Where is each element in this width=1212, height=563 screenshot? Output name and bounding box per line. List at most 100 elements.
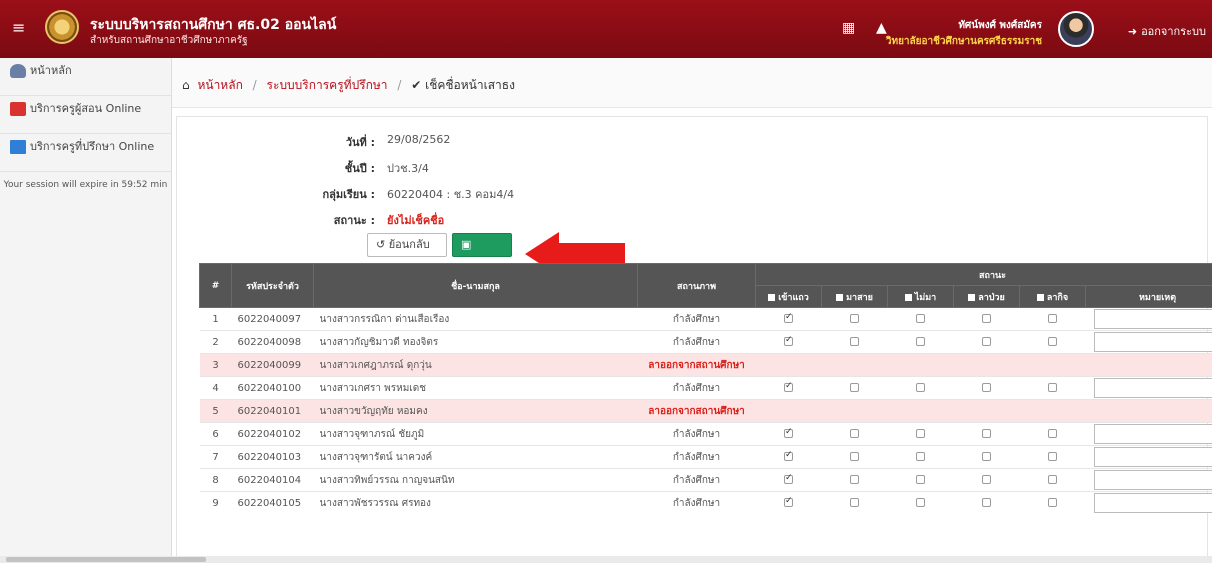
present-checkbox[interactable] [784,312,793,323]
note-input[interactable] [1093,424,1212,444]
student-name: นางสาวกรรณิกา ด่านเสือเรือง [313,307,638,331]
select-all-checkbox[interactable] [904,293,912,301]
late-checkbox[interactable] [850,452,859,461]
level-label: ชั้นปี : [344,162,375,175]
col-header-note: หมายเหตุ [1084,285,1212,308]
logout-button[interactable]: ➜ ออกจากระบบ [1128,22,1206,40]
absent-checkbox[interactable] [916,498,925,508]
sick-checkbox[interactable] [982,475,991,484]
breadcrumb-section-link[interactable]: ระบบบริการครูที่ปรึกษา [267,78,388,92]
student-id: 6022040100 [231,376,314,400]
late-checkbox[interactable] [850,314,859,323]
home-icon: ⌂ [182,78,190,92]
absent-checkbox[interactable] [916,383,925,392]
sick-checkbox[interactable] [982,429,991,438]
select-all-checkbox[interactable] [836,293,844,301]
sidebar-item-label: หน้าหลัก [30,64,72,77]
date-value: 29/08/2562 [387,133,451,146]
sidebar-item-home[interactable]: หน้าหลัก [0,58,171,96]
status-cell [755,353,822,377]
sick-checkbox[interactable] [982,498,991,508]
note-cell [1085,376,1212,400]
sick-checkbox[interactable] [982,314,991,323]
horizontal-scrollbar[interactable] [0,556,1212,563]
leave-checkbox[interactable] [1048,314,1057,323]
leave-checkbox[interactable] [1048,475,1057,484]
level-value: ปวช.3/4 [387,162,429,175]
col-header-id: รหัสประจำตัว [231,263,314,308]
note-input[interactable] [1093,447,1212,467]
present-checkbox[interactable] [784,381,793,392]
user-avatar[interactable] [1058,11,1094,47]
select-all-checkbox[interactable] [768,293,776,301]
sick-checkbox[interactable] [982,383,991,392]
col-header-state: สถานภาพ [637,263,756,308]
col-header-sick[interactable]: ลาป่วย [953,285,1020,308]
breadcrumb-home-link[interactable]: หน้าหลัก [197,78,242,92]
col-header-late[interactable]: มาสาย [821,285,888,308]
present-checkbox[interactable] [784,335,793,346]
breadcrumb-current: เช็คชื่อหน้าเสาธง [425,78,515,92]
absent-checkbox[interactable] [916,475,925,484]
note-input[interactable] [1093,332,1212,352]
status-cell [755,468,822,492]
absent-checkbox[interactable] [916,337,925,346]
status-cell [821,468,888,492]
col-header-leave[interactable]: ลากิจ [1019,285,1086,308]
absent-checkbox[interactable] [916,314,925,323]
status-cell [887,307,954,331]
leave-checkbox[interactable] [1048,429,1057,438]
note-cell [1085,468,1212,492]
late-checkbox[interactable] [850,498,859,508]
table-row: 4 6022040100 นางสาวเกศรา พรหมเดช กำลังศึกษา [199,376,1212,400]
student-name: นางสาวจุฑารัตน์ นาควงค์ [313,445,638,469]
student-state: กำลังศึกษา [637,491,756,515]
logout-label: ออกจากระบบ [1141,25,1206,38]
select-all-checkbox[interactable] [968,293,976,301]
sidebar: หน้าหลัก บริการครูผู้สอน Online บริการคร… [0,58,172,563]
student-name: นางสาวขวัญฤทัย หอมคง [313,399,638,423]
sidebar-item-advisor-online[interactable]: บริการครูที่ปรึกษา Online [0,134,171,172]
calendar-icon[interactable]: ▦ [842,20,855,36]
status-cell [887,445,954,469]
leave-checkbox[interactable] [1048,337,1057,346]
teacher-icon [10,102,26,116]
absent-checkbox[interactable] [916,452,925,461]
select-all-checkbox[interactable] [1036,293,1044,301]
leave-checkbox[interactable] [1048,383,1057,392]
col-header-absent[interactable]: ไม่มา [887,285,954,308]
back-button[interactable]: ↺ ย้อนกลับ [367,233,447,257]
late-checkbox[interactable] [850,383,859,392]
sidebar-item-teacher-online[interactable]: บริการครูผู้สอน Online [0,96,171,134]
breadcrumb-separator: / [252,78,257,92]
note-input[interactable] [1093,470,1212,490]
student-id: 6022040105 [231,491,314,515]
late-checkbox[interactable] [850,429,859,438]
leave-checkbox[interactable] [1048,452,1057,461]
note-input[interactable] [1093,378,1212,398]
col-header-present[interactable]: เข้าแถว [755,285,822,308]
save-button[interactable]: ▣ บันทึก [452,233,512,273]
row-number: 5 [199,399,232,423]
monitor-icon [10,140,26,154]
present-checkbox[interactable] [784,496,793,508]
present-checkbox[interactable] [784,450,793,461]
student-name: นางสาวจุฑาภรณ์ ชัยภูมิ [313,422,638,446]
note-cell [1085,330,1212,354]
scrollbar-thumb[interactable] [6,557,206,562]
late-checkbox[interactable] [850,337,859,346]
note-input[interactable] [1093,309,1212,329]
table-row: 1 6022040097 นางสาวกรรณิกา ด่านเสือเรือง กำ… [199,307,1212,331]
sick-checkbox[interactable] [982,337,991,346]
status-cell [821,399,888,423]
table-row: 8 6022040104 นางสาวทิพย์วรรณ กาญจนสนิท กำลั… [199,468,1212,492]
present-checkbox[interactable] [784,427,793,438]
sick-checkbox[interactable] [982,452,991,461]
note-input[interactable] [1093,493,1212,514]
menu-toggle-icon[interactable]: ≡ [12,20,25,36]
late-checkbox[interactable] [850,475,859,484]
absent-checkbox[interactable] [916,429,925,438]
status-cell [755,399,822,423]
present-checkbox[interactable] [784,473,793,484]
leave-checkbox[interactable] [1048,498,1057,508]
